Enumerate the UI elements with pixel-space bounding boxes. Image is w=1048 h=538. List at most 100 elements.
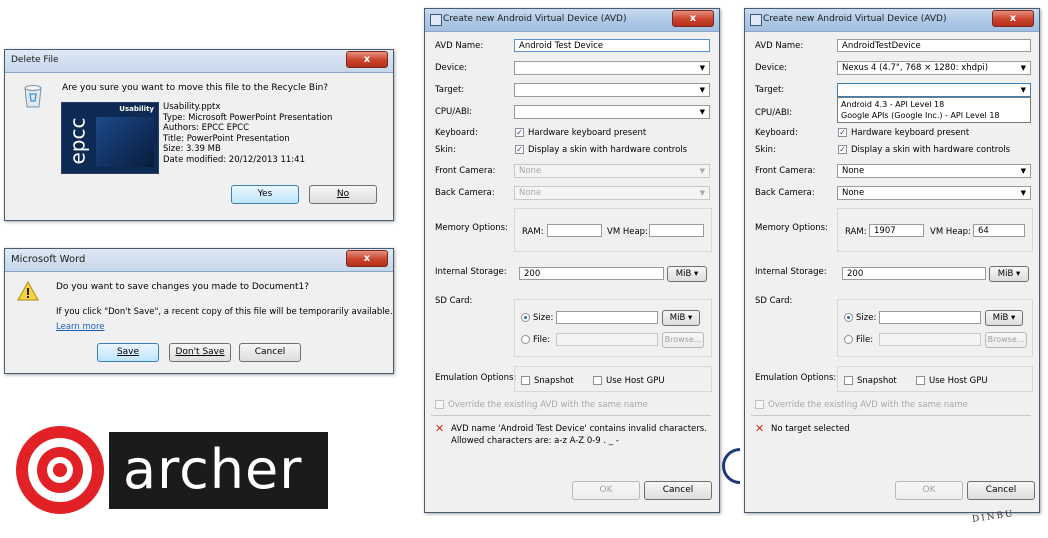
sd-size-radio[interactable] [844,313,853,322]
internal-storage-input[interactable]: 200 [842,267,986,280]
internal-storage-label: Internal Storage: [435,267,507,277]
dont-save-button[interactable]: Don't Save [169,343,231,362]
close-button[interactable]: x [672,10,714,27]
close-button[interactable]: x [346,250,388,267]
file-detail-line: Type: Microsoft PowerPoint Presentation [163,112,333,123]
sd-size-radio[interactable] [521,313,530,322]
skin-checkbox[interactable]: ✓ [838,145,847,154]
vm-heap-input[interactable] [649,224,704,237]
override-label: Override the existing AVD with the same … [768,400,968,410]
learn-more-link[interactable]: Learn more [56,322,104,332]
avd-name-input[interactable]: Android Test Device [514,39,710,52]
avd-name-label: AVD Name: [755,41,804,51]
target-select[interactable]: ▼ [514,83,710,97]
ok-button[interactable]: OK [895,481,963,500]
keyboard-checkbox[interactable]: ✓ [838,128,847,137]
snapshot-label: Snapshot [857,376,897,386]
dropdown-arrow-icon: ▼ [699,189,705,197]
internal-storage-unit-select[interactable]: MiB ▾ [667,266,707,282]
dropdown-arrow-icon: ▼ [699,86,705,94]
target-option[interactable]: Android 4.3 - API Level 18 [841,99,1027,110]
dropdown-arrow-icon: ▼ [699,167,705,175]
ok-button[interactable]: OK [572,481,640,500]
back-camera-select[interactable]: None ▼ [837,186,1031,200]
file-detail-line: Title: PowerPoint Presentation [163,133,290,144]
front-camera-select[interactable]: None ▼ [514,164,710,178]
front-camera-select[interactable]: None ▼ [837,164,1031,178]
use-host-gpu-checkbox[interactable] [593,376,602,385]
cancel-button[interactable]: Cancel [967,481,1035,500]
error-message-line-2: Allowed characters are: a-z A-Z 0-9 . _ … [451,436,619,446]
target-dropdown-list: Android 4.3 - API Level 18 Google APIs (… [837,97,1031,123]
dropdown-arrow-icon: ▼ [1020,189,1026,197]
browse-button[interactable]: Browse... [985,332,1027,348]
use-host-gpu-label: Use Host GPU [606,376,665,386]
override-checkbox[interactable] [435,400,444,409]
yes-button[interactable]: Yes [231,185,299,204]
emulation-label: Emulation Options: [435,373,517,383]
snapshot-checkbox[interactable] [844,376,853,385]
sd-file-radio[interactable] [844,335,853,344]
title-bar: Microsoft Word x [5,249,393,272]
file-thumbnail: Usability epcc [61,102,159,174]
skin-checkbox[interactable]: ✓ [515,145,524,154]
file-detail-line: Usability.pptx [163,102,221,112]
word-save-dialog: Microsoft Word x Do you want to save cha… [4,248,394,374]
thumbnail-art [96,117,154,167]
vm-heap-input[interactable]: 64 [973,224,1025,237]
title-bar: Create new Android Virtual Device (AVD) … [745,9,1039,32]
sd-size-unit-select[interactable]: MiB ▾ [662,310,700,326]
ram-input[interactable] [547,224,602,237]
device-select[interactable]: ▼ [514,61,710,75]
back-camera-label: Back Camera: [435,188,495,198]
sd-size-unit-select[interactable]: MiB ▾ [985,310,1023,326]
sd-file-label: File: [533,335,551,345]
browse-button[interactable]: Browse... [662,332,704,348]
save-question: Do you want to save changes you made to … [56,282,309,292]
keyboard-checkbox[interactable]: ✓ [515,128,524,137]
cpu-select[interactable]: ▼ [514,105,710,119]
close-button[interactable]: x [346,51,388,68]
avd-dialog-no-target: Create new Android Virtual Device (AVD) … [744,8,1040,513]
thumbnail-logo: epcc [65,117,90,165]
snapshot-checkbox[interactable] [521,376,530,385]
unit-value: MiB [997,269,1014,279]
back-camera-select[interactable]: None ▼ [514,186,710,200]
error-icon: ✕ [755,422,765,435]
sd-file-input[interactable] [556,333,658,346]
no-button[interactable]: No [309,185,377,204]
keyboard-checkbox-label: Hardware keyboard present [851,128,970,138]
internal-storage-input[interactable]: 200 [519,267,664,280]
file-details: Usability.pptx Type: Microsoft PowerPoin… [163,102,332,165]
override-checkbox[interactable] [755,400,764,409]
cancel-button[interactable]: Cancel [644,481,712,500]
sd-size-label: Size: [533,313,554,323]
dropdown-arrow-icon: ▼ [1020,167,1026,175]
sd-size-input[interactable] [556,311,658,324]
title-bar: Delete File x [5,50,393,73]
cancel-button[interactable]: Cancel [239,343,301,362]
warning-icon [17,280,39,301]
sd-card-group [514,299,712,357]
internal-storage-unit-select[interactable]: MiB ▾ [989,266,1029,282]
target-select[interactable]: ▼ [837,83,1031,97]
use-host-gpu-checkbox[interactable] [916,376,925,385]
device-select[interactable]: Nexus 4 (4.7", 768 × 1280: xhdpi) ▼ [837,61,1031,75]
save-button[interactable]: Save [97,343,159,362]
dropdown-arrow-icon: ▼ [1020,86,1026,94]
override-label: Override the existing AVD with the same … [448,400,648,410]
file-detail-line: Date modified: 20/12/2013 11:41 [163,154,305,165]
close-button[interactable]: x [992,10,1034,27]
back-camera-value: None [519,188,542,198]
sd-file-radio[interactable] [521,335,530,344]
background-logo-arc [722,448,740,484]
divider [751,415,1031,416]
unit-value: MiB [992,313,1009,323]
sd-file-input[interactable] [879,333,981,346]
delete-file-dialog: Delete File x Are you sure you want to m… [4,49,394,221]
ram-input[interactable]: 1907 [869,224,924,237]
sd-size-input[interactable] [879,311,981,324]
target-option[interactable]: Google APIs (Google Inc.) - API Level 18 [841,110,1027,121]
sd-card-label: SD Card: [435,296,473,306]
avd-name-input[interactable]: AndroidTestDevice [837,39,1031,52]
